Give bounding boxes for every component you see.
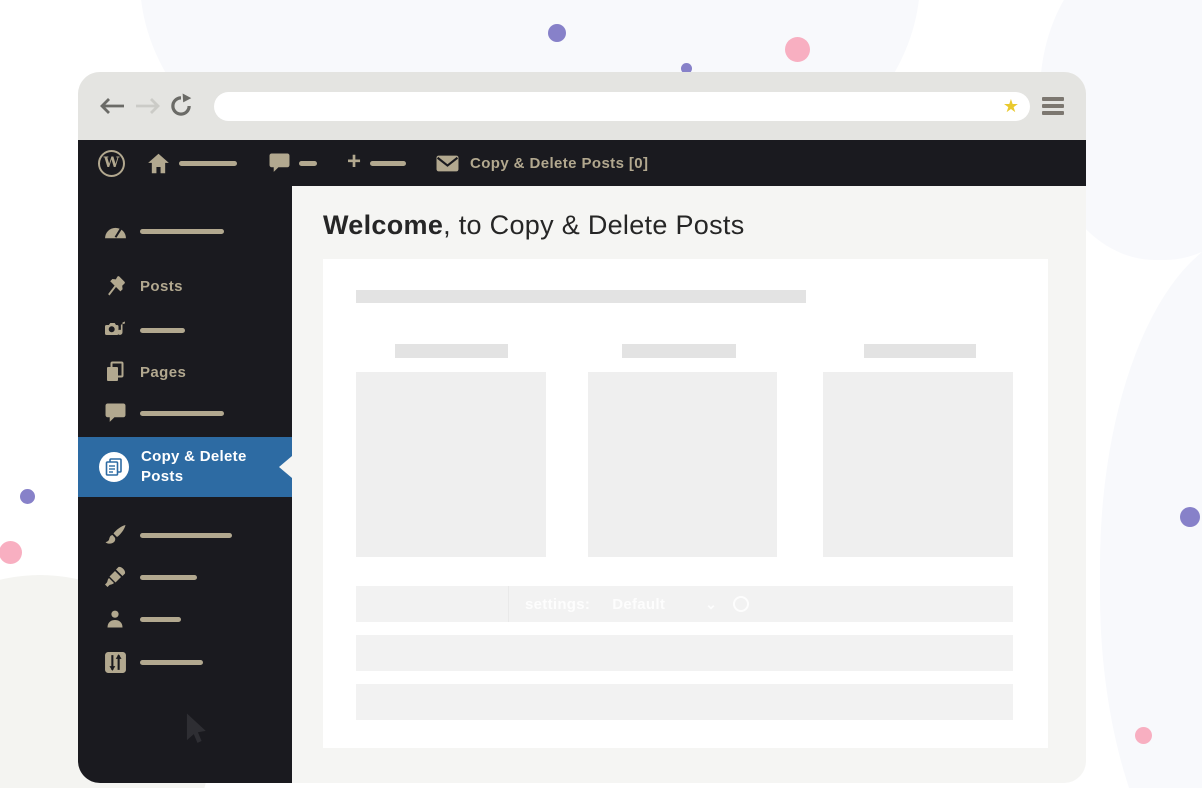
placeholder-panel [588, 372, 777, 557]
media-icon [103, 319, 127, 341]
plugin-menu-label: Copy & Delete Posts [0] [470, 155, 648, 172]
ghost-chevron-down-icon: ⌄ [705, 596, 717, 613]
comment-icon [269, 153, 290, 173]
placeholder-panel [823, 372, 1013, 557]
sidebar-item-appearance[interactable] [103, 522, 232, 548]
decor-dot-purple [548, 24, 566, 42]
sidebar-item-comments[interactable] [103, 400, 224, 426]
admin-bar-site-item[interactable] [147, 153, 237, 174]
plus-icon: + [347, 150, 361, 174]
sidebar-active-label: Copy & Delete Posts [141, 447, 247, 488]
sidebar-item-settings[interactable] [103, 649, 203, 675]
pushpin-icon [103, 275, 127, 297]
admin-bar-plugin-item[interactable]: Copy & Delete Posts [0] [436, 155, 648, 172]
envelope-icon [436, 155, 459, 172]
placeholder-column-title [622, 344, 736, 358]
row-divider [508, 586, 509, 622]
placeholder-label-bar [140, 617, 181, 622]
wp-admin-bar: W + Copy & [78, 140, 1086, 186]
placeholder-panel [356, 372, 546, 557]
sidebar-item-label: Posts [140, 278, 183, 295]
welcome-card: settings: Default ⌄ [323, 259, 1048, 748]
sidebar-item-copy-delete-posts[interactable]: Copy & Delete Posts [78, 437, 292, 497]
pages-icon [103, 361, 127, 383]
placeholder-column-title [864, 344, 976, 358]
sidebar-item-dashboard[interactable] [103, 218, 224, 244]
forward-button[interactable] [134, 97, 160, 115]
placeholder-row [356, 684, 1013, 720]
menu-bar [1042, 104, 1064, 108]
window-body: Posts [78, 186, 1086, 783]
sidebar-item-label: Pages [140, 364, 186, 381]
decor-dot-pink [0, 541, 22, 564]
wp-sidebar: Posts [78, 186, 292, 783]
ghost-settings-value: Default [612, 596, 665, 613]
comment-icon [103, 403, 127, 423]
ghost-settings-label: settings: [525, 596, 590, 613]
paintbrush-icon [103, 524, 127, 546]
bookmark-star-icon[interactable]: ★ [1003, 97, 1019, 115]
plug-icon [103, 566, 127, 588]
decor-dot-purple [1180, 507, 1200, 527]
placeholder-label-bar [140, 533, 232, 538]
decor-dot-pink [1135, 727, 1152, 744]
page-title-rest: , to Copy & Delete Posts [443, 210, 744, 240]
placeholder-label-bar [140, 229, 224, 234]
admin-bar-new-item[interactable]: + [347, 153, 406, 174]
reload-icon [168, 93, 194, 119]
dashboard-icon [103, 224, 127, 239]
placeholder-column-title [395, 344, 508, 358]
placeholder-label-bar [140, 575, 197, 580]
user-icon [103, 609, 127, 629]
ghost-logo-icon [733, 596, 749, 612]
sidebar-item-pages[interactable]: Pages [103, 359, 186, 385]
placeholder-row [356, 635, 1013, 671]
back-button[interactable] [100, 97, 126, 115]
home-icon [147, 153, 170, 174]
sidebar-item-posts[interactable]: Posts [103, 273, 183, 299]
page-title-bold: Welcome [323, 210, 443, 240]
placeholder-text-bar [179, 161, 237, 166]
sidebar-item-media[interactable] [103, 317, 185, 343]
page-title: Welcome, to Copy & Delete Posts [323, 210, 745, 241]
placeholder-text-bar [370, 161, 406, 166]
browser-window: ★ W + [78, 72, 1086, 783]
placeholder-row: settings: Default ⌄ [356, 586, 1013, 622]
placeholder-intro-bar [356, 290, 806, 303]
url-bar[interactable]: ★ [214, 92, 1030, 121]
placeholder-text-bar [299, 161, 317, 166]
placeholder-label-bar [140, 411, 224, 416]
menu-bar [1042, 97, 1064, 101]
forward-arrow-icon [134, 97, 160, 115]
sidebar-item-users[interactable] [103, 606, 181, 632]
back-arrow-icon [100, 97, 126, 115]
illustration-stage: ★ W + [0, 0, 1202, 788]
reload-button[interactable] [168, 93, 194, 119]
browser-menu-icon[interactable] [1042, 97, 1064, 115]
placeholder-label-bar [140, 328, 185, 333]
wordpress-logo-icon[interactable]: W [98, 150, 125, 177]
decor-dot-purple [20, 489, 35, 504]
admin-bar-comments-item[interactable] [269, 153, 317, 173]
copy-delete-posts-icon [99, 452, 129, 482]
mouse-cursor-icon [186, 712, 208, 753]
wp-content-area: Welcome, to Copy & Delete Posts settings… [292, 186, 1086, 783]
ghost-settings-row: settings: Default ⌄ [356, 586, 1013, 622]
browser-toolbar: ★ [78, 72, 1086, 140]
sliders-icon [103, 651, 127, 674]
sidebar-item-plugins[interactable] [103, 564, 197, 590]
decor-dot-pink [785, 37, 810, 62]
menu-bar [1042, 111, 1064, 115]
placeholder-label-bar [140, 660, 203, 665]
